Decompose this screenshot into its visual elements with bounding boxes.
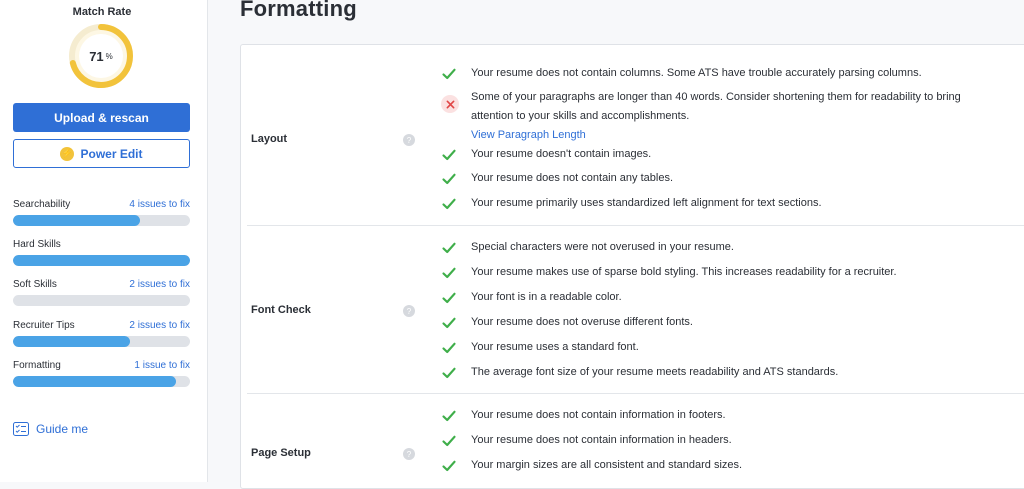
- help-icon[interactable]: ?: [403, 134, 415, 146]
- check-item-text: Your resume doesn't contain images.: [471, 148, 652, 160]
- checkmark-icon: [441, 196, 457, 212]
- section-label-page-setup: Page Setup: [251, 447, 311, 459]
- score-bar: [13, 255, 190, 266]
- issues-link[interactable]: 4 issues to fix: [129, 199, 190, 213]
- checkmark-icon: [441, 340, 457, 356]
- checkmark-icon: [441, 171, 457, 187]
- checkmark-icon: [441, 265, 457, 281]
- check-item-text: Your resume does not overuse different f…: [471, 316, 693, 328]
- check-item: Special characters were not overused in …: [441, 241, 981, 257]
- score-bar-fill: [13, 376, 176, 387]
- match-rate-value: 71%: [67, 22, 135, 90]
- section-divider: [247, 225, 1024, 226]
- check-item: Some of your paragraphs are longer than …: [441, 91, 981, 145]
- lightning-icon: ⚡: [60, 146, 75, 161]
- score-bar-fill: [13, 336, 130, 347]
- score-row-searchability[interactable]: Searchability 4 issues to fix: [13, 199, 190, 226]
- score-row-hard-skills[interactable]: Hard Skills: [13, 239, 190, 266]
- check-item: Your resume does not overuse different f…: [441, 316, 981, 332]
- check-item-text: Your resume primarily uses standardized …: [471, 197, 822, 209]
- error-x-icon: [441, 95, 459, 113]
- check-item: Your font is in a readable color.: [441, 291, 981, 307]
- check-item: Your resume makes use of sparse bold sty…: [441, 266, 981, 282]
- check-item: Your resume does not contain information…: [441, 409, 981, 425]
- check-item-text: The average font size of your resume mee…: [471, 366, 839, 378]
- check-item-text: Your margin sizes are all consistent and…: [471, 459, 743, 471]
- page-title: Formatting: [240, 0, 357, 21]
- score-row-formatting[interactable]: Formatting 1 issue to fix: [13, 360, 190, 387]
- checklist-icon: [13, 422, 29, 436]
- check-item-text: Your font is in a readable color.: [471, 291, 622, 303]
- score-bar: [13, 295, 190, 306]
- check-item: Your resume does not contain information…: [441, 434, 981, 450]
- guide-me-label: Guide me: [36, 422, 89, 436]
- check-item-text: Your resume does not contain information…: [471, 434, 732, 446]
- score-label: Recruiter Tips: [13, 320, 75, 331]
- check-item-text: Some of your paragraphs are longer than …: [471, 91, 961, 122]
- checkmark-icon: [441, 365, 457, 381]
- checkmark-icon: [441, 458, 457, 474]
- sidebar: Match Rate 71% Upload & rescan ⚡ Power E…: [0, 0, 208, 482]
- score-bar-fill: [13, 215, 141, 226]
- power-edit-label: Power Edit: [80, 146, 143, 161]
- check-item-text: Your resume does not contain information…: [471, 409, 726, 421]
- score-label: Formatting: [13, 360, 61, 371]
- check-item: Your margin sizes are all consistent and…: [441, 459, 981, 475]
- score-row-soft-skills[interactable]: Soft Skills 2 issues to fix: [13, 279, 190, 306]
- check-item: Your resume doesn't contain images.: [441, 148, 981, 164]
- view-paragraph-length-link[interactable]: View Paragraph Length: [471, 126, 981, 145]
- check-item: Your resume does not contain columns. So…: [441, 67, 981, 83]
- section-divider: [247, 393, 1024, 394]
- check-item: Your resume uses a standard font.: [441, 341, 981, 357]
- match-rate-number: 71: [89, 48, 104, 64]
- help-icon[interactable]: ?: [403, 448, 415, 460]
- check-item-text: Your resume uses a standard font.: [471, 341, 639, 353]
- check-item: The average font size of your resume mee…: [441, 366, 981, 382]
- help-icon[interactable]: ?: [403, 305, 415, 317]
- check-item-text: Your resume does not contain any tables.: [471, 172, 674, 184]
- checkmark-icon: [441, 315, 457, 331]
- checkmark-icon: [441, 290, 457, 306]
- check-item: Your resume primarily uses standardized …: [441, 197, 981, 213]
- power-edit-button[interactable]: ⚡ Power Edit: [13, 139, 190, 168]
- score-row-recruiter-tips[interactable]: Recruiter Tips 2 issues to fix: [13, 320, 190, 347]
- section-label-layout: Layout: [251, 133, 288, 145]
- score-bar-fill: [13, 255, 190, 266]
- score-label: Searchability: [13, 199, 71, 210]
- match-rate-title: Match Rate: [72, 6, 132, 18]
- issues-link[interactable]: 2 issues to fix: [129, 279, 190, 293]
- upload-rescan-button[interactable]: Upload & rescan: [13, 103, 190, 132]
- issues-link[interactable]: 2 issues to fix: [129, 320, 190, 334]
- issues-link[interactable]: 1 issue to fix: [134, 360, 190, 374]
- guide-me-link[interactable]: Guide me: [13, 422, 88, 436]
- score-label: Soft Skills: [13, 279, 57, 290]
- checkmark-icon: [441, 408, 457, 424]
- formatting-card: Layout? Your resume does not contain colu…: [240, 44, 1024, 489]
- checkmark-icon: [441, 147, 457, 163]
- checkmark-icon: [441, 240, 457, 256]
- section-label-font-check: Font Check: [251, 304, 311, 316]
- score-bar: [13, 336, 190, 347]
- check-item-text: Special characters were not overused in …: [471, 241, 734, 253]
- check-item: Your resume does not contain any tables.: [441, 172, 981, 188]
- match-rate-unit: %: [105, 51, 113, 61]
- score-label: Hard Skills: [13, 239, 61, 250]
- checkmark-icon: [441, 66, 457, 82]
- score-bar: [13, 376, 190, 387]
- check-item-text: Your resume does not contain columns. So…: [471, 67, 922, 79]
- checkmark-icon: [441, 433, 457, 449]
- check-item-text: Your resume makes use of sparse bold sty…: [471, 266, 897, 278]
- score-bar: [13, 215, 190, 226]
